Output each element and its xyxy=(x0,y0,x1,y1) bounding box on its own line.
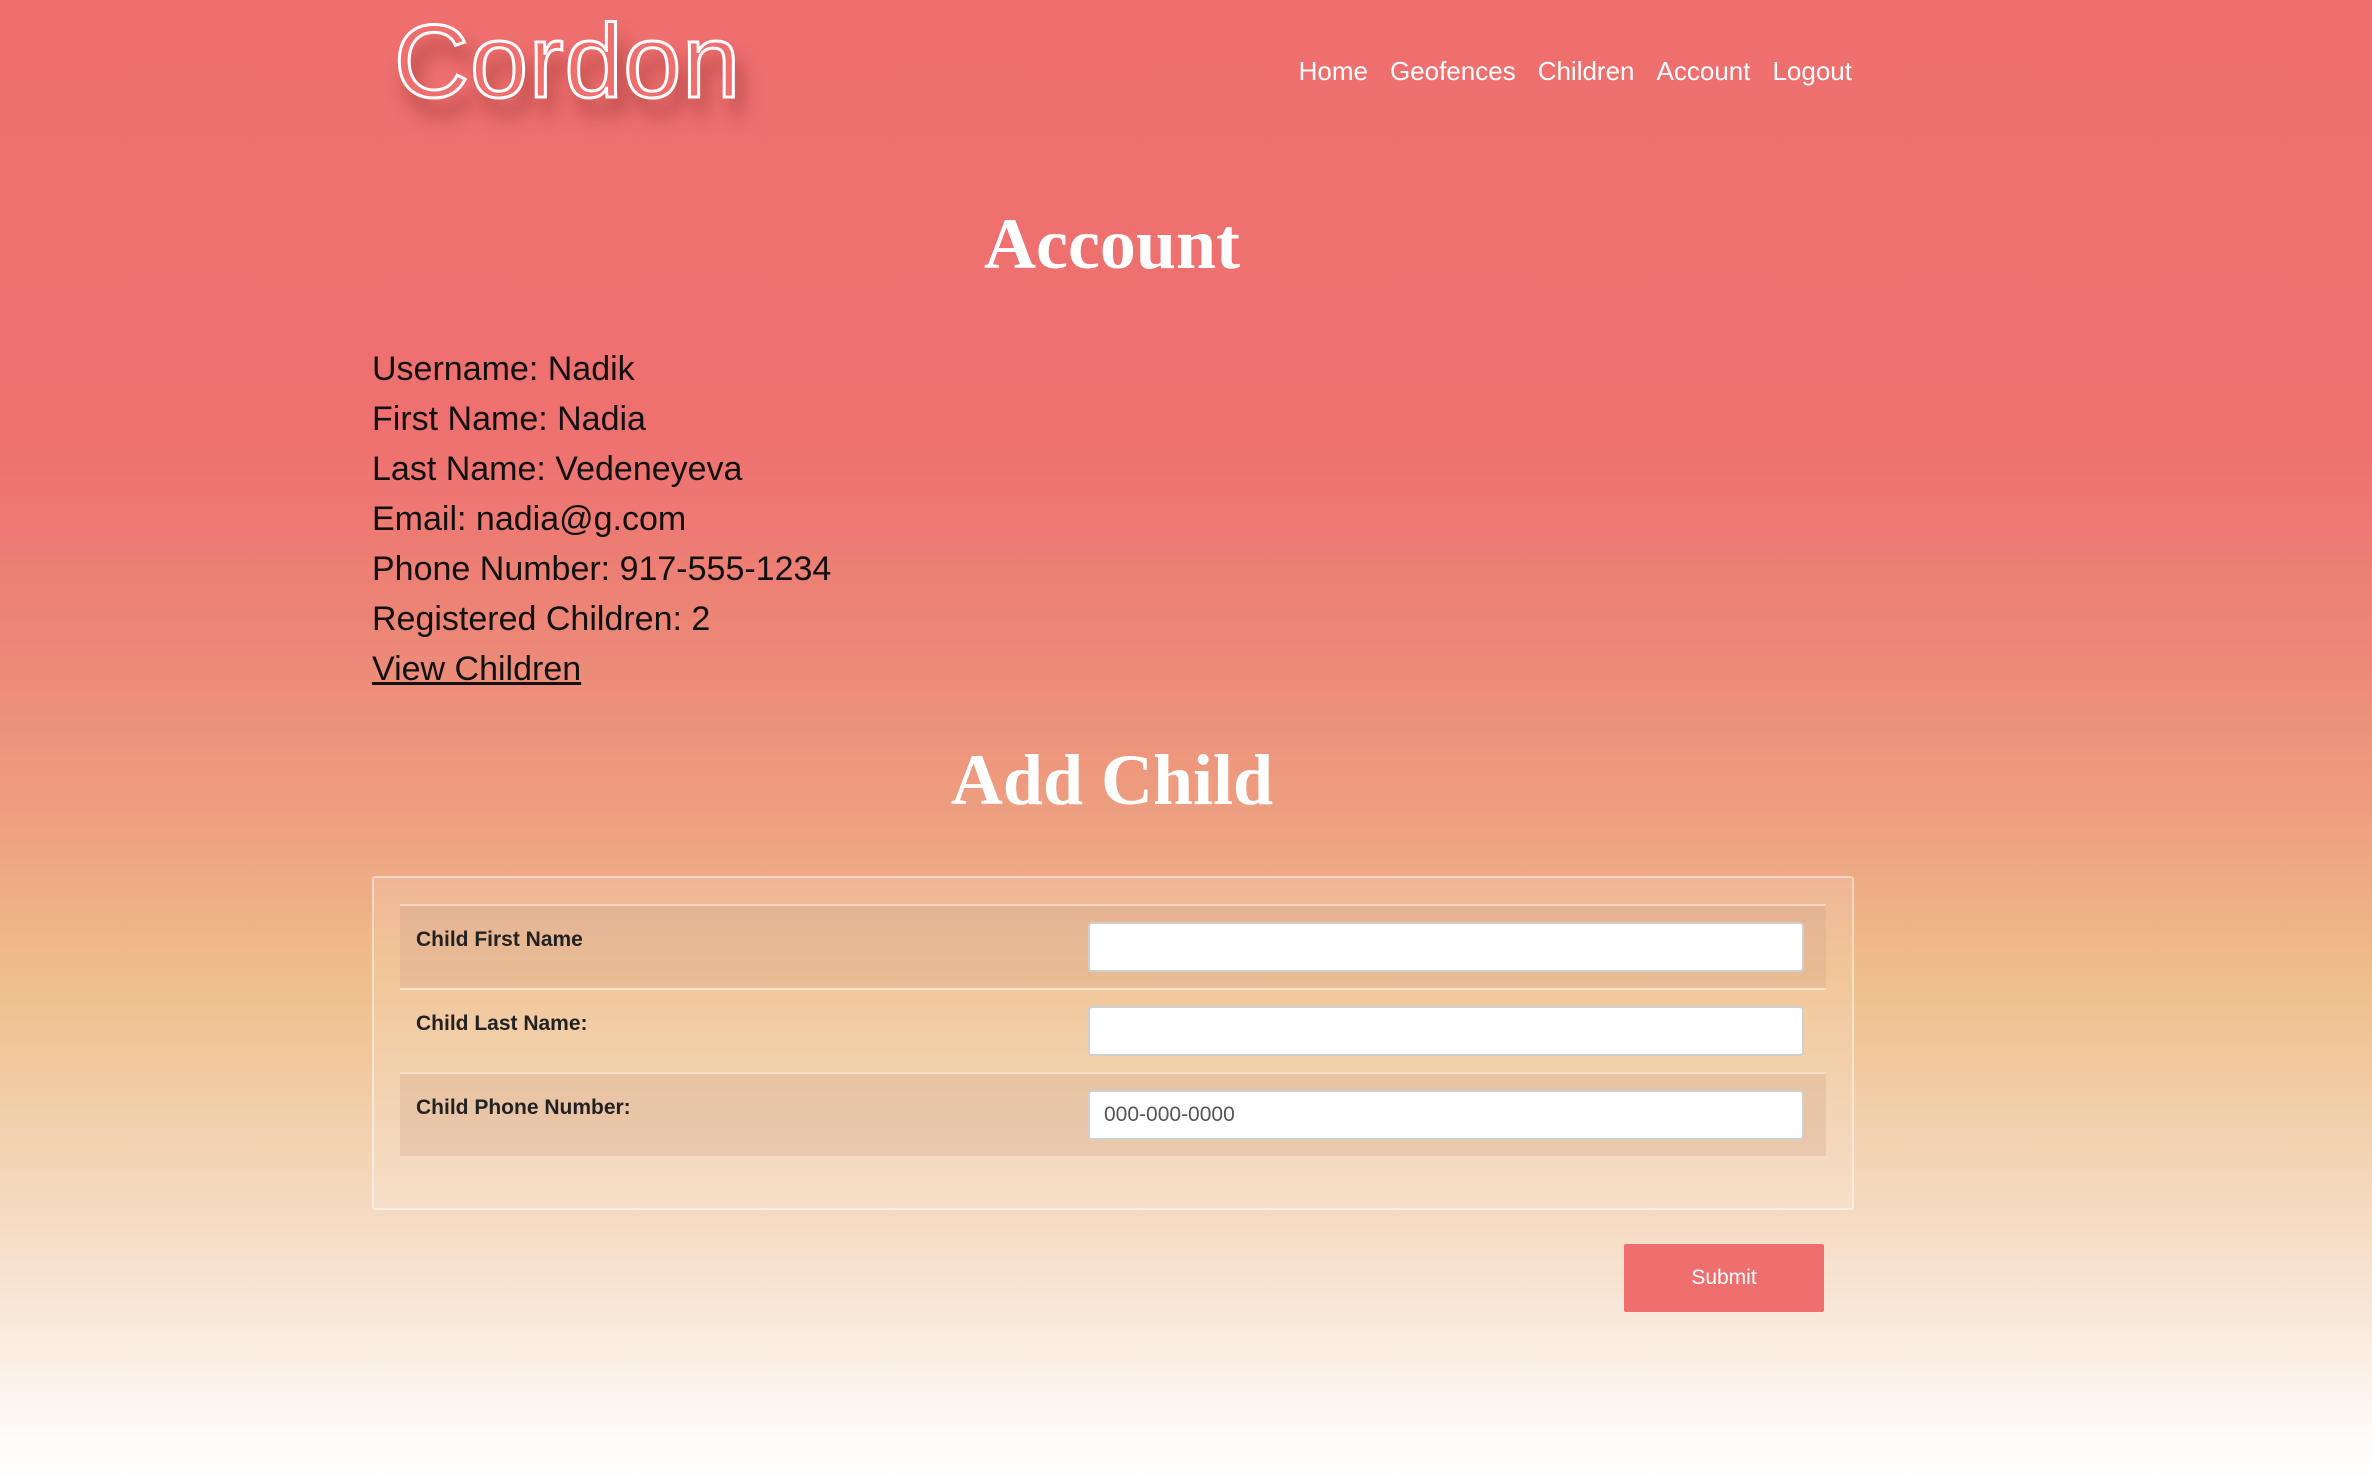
account-title: Account xyxy=(984,204,1240,284)
child-phone-label: Child Phone Number: xyxy=(416,1096,631,1119)
registered-children-text: Registered Children: 2 xyxy=(372,600,711,638)
submit-button[interactable]: Submit xyxy=(1624,1244,1824,1312)
nav-geofences[interactable]: Geofences xyxy=(1390,58,1516,84)
nav-home[interactable]: Home xyxy=(1299,58,1368,84)
phone-text: Phone Number: 917-555-1234 xyxy=(372,550,832,588)
add-child-title: Add Child xyxy=(950,740,1274,820)
main-nav: Home Geofences Children Account Logout xyxy=(1299,58,1852,84)
page: Cordon Home Geofences Children Account L… xyxy=(372,0,1854,1482)
phone-row: Child Phone Number: xyxy=(400,1072,1826,1156)
add-child-form: Child First Name Child Last Name: Child … xyxy=(372,876,1854,1210)
first-name-text: First Name: Nadia xyxy=(372,400,646,438)
nav-children[interactable]: Children xyxy=(1538,58,1635,84)
first-name-row: Child First Name xyxy=(400,904,1826,988)
child-phone-input[interactable] xyxy=(1088,1090,1804,1140)
last-name-row: Child Last Name: xyxy=(400,988,1826,1072)
logo[interactable]: Cordon xyxy=(392,9,741,116)
child-first-name-input[interactable] xyxy=(1088,922,1804,972)
last-name-text: Last Name: Vedeneyeva xyxy=(372,450,743,488)
account-info: Username: Nadik First Name: Nadia Last N… xyxy=(372,344,831,694)
child-first-name-label: Child First Name xyxy=(416,928,583,951)
child-last-name-input[interactable] xyxy=(1088,1006,1804,1056)
username-text: Username: Nadik xyxy=(372,350,635,388)
child-last-name-label: Child Last Name: xyxy=(416,1012,588,1035)
nav-account[interactable]: Account xyxy=(1657,58,1751,84)
view-children-link[interactable]: View Children xyxy=(372,650,581,688)
nav-logout[interactable]: Logout xyxy=(1772,58,1852,84)
email-text: Email: nadia@g.com xyxy=(372,500,687,538)
